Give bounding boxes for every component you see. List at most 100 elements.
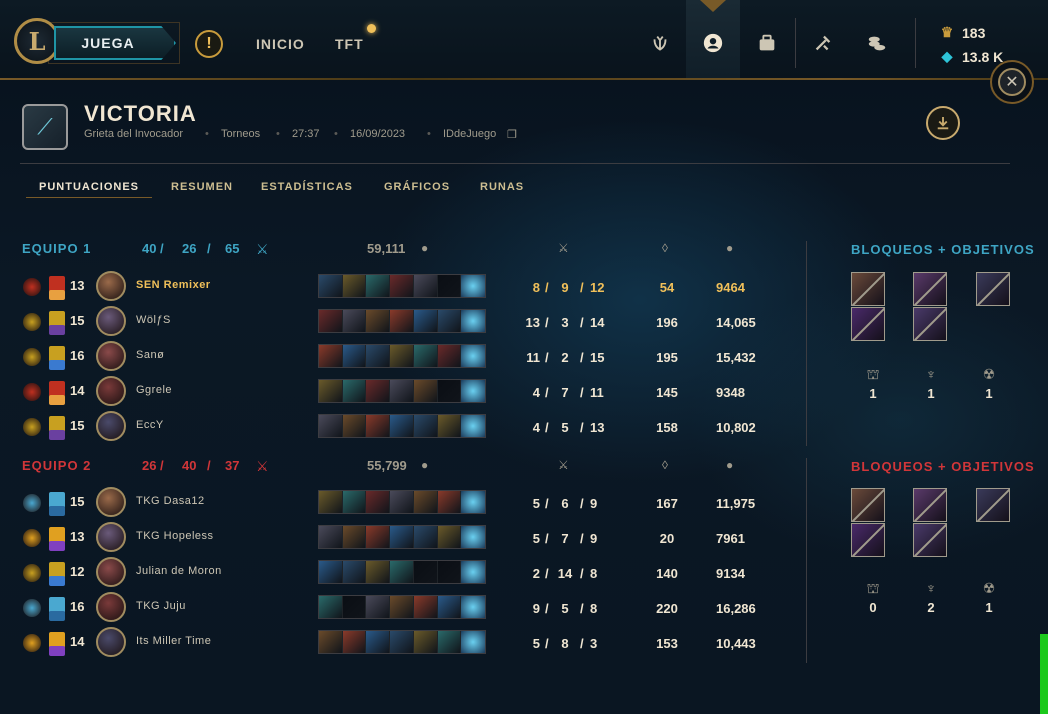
champion-portrait[interactable] [96, 592, 126, 622]
item-slot[interactable] [390, 415, 414, 437]
item-slot[interactable] [366, 526, 391, 548]
item-slot[interactable] [319, 345, 343, 367]
item-slot[interactable] [342, 631, 367, 653]
item-slot[interactable] [437, 310, 462, 332]
item-slot[interactable] [342, 415, 367, 437]
item-slot[interactable] [413, 380, 438, 402]
item-slot[interactable] [437, 526, 462, 548]
item-slot[interactable] [319, 380, 343, 402]
item-slot[interactable] [437, 596, 462, 618]
item-slot[interactable] [366, 491, 391, 513]
item-slot[interactable] [366, 415, 391, 437]
item-slot[interactable] [319, 415, 343, 437]
tab-runes[interactable]: RUNAS [480, 181, 524, 193]
item-slot[interactable] [413, 345, 438, 367]
nav-tft-link[interactable]: TFT [335, 36, 364, 52]
banned-champion-icon[interactable] [913, 272, 947, 306]
store-coins-icon[interactable] [862, 28, 892, 58]
item-slot[interactable] [390, 310, 414, 332]
summoner-spell-icon[interactable] [49, 506, 65, 516]
nav-home-link[interactable]: INICIO [256, 36, 305, 52]
item-slot[interactable] [437, 561, 462, 583]
item-slot[interactable] [342, 491, 367, 513]
keystone-rune-icon[interactable] [23, 348, 41, 366]
item-slot[interactable] [390, 526, 414, 548]
banned-champion-icon[interactable] [851, 523, 885, 557]
item-slot[interactable] [342, 345, 367, 367]
summoner-spell-icon[interactable] [49, 395, 65, 405]
item-slot[interactable] [342, 275, 367, 297]
game-id-link[interactable]: IDdeJuego [443, 128, 496, 140]
item-slot[interactable] [390, 631, 414, 653]
item-slot[interactable] [319, 310, 343, 332]
banned-champion-icon[interactable] [913, 523, 947, 557]
item-slot[interactable] [437, 415, 462, 437]
item-slot[interactable] [437, 275, 462, 297]
champion-portrait[interactable] [96, 522, 126, 552]
item-slot[interactable] [319, 596, 343, 618]
keystone-rune-icon[interactable] [23, 418, 41, 436]
keystone-rune-icon[interactable] [23, 278, 41, 296]
player-name[interactable]: TKG Juju [136, 600, 186, 612]
item-slot[interactable] [366, 345, 391, 367]
item-slot[interactable] [366, 631, 391, 653]
item-slot[interactable] [390, 491, 414, 513]
item-slot[interactable] [319, 491, 343, 513]
player-name[interactable]: Sanø [136, 349, 164, 361]
champion-portrait[interactable] [96, 271, 126, 301]
item-slot[interactable] [366, 275, 391, 297]
trinket-icon[interactable] [461, 275, 486, 297]
item-slot[interactable] [413, 491, 438, 513]
alert-icon[interactable]: ! [195, 30, 223, 58]
item-slot[interactable] [413, 631, 438, 653]
item-slot[interactable] [437, 345, 462, 367]
keystone-rune-icon[interactable] [23, 599, 41, 617]
item-slot[interactable] [342, 310, 367, 332]
trinket-icon[interactable] [461, 310, 486, 332]
keystone-rune-icon[interactable] [23, 313, 41, 331]
item-slot[interactable] [366, 380, 391, 402]
trinket-icon[interactable] [461, 380, 486, 402]
tab-scores[interactable]: PUNTUACIONES [39, 181, 139, 193]
item-slot[interactable] [413, 275, 438, 297]
close-icon[interactable]: ✕ [998, 68, 1026, 96]
rp-balance[interactable]: ◆ 13.8 K [940, 48, 1004, 65]
banned-champion-icon[interactable] [851, 272, 885, 306]
keystone-rune-icon[interactable] [23, 634, 41, 652]
item-slot[interactable] [366, 561, 391, 583]
item-slot[interactable] [413, 310, 438, 332]
item-slot[interactable] [413, 561, 438, 583]
player-name[interactable]: SEN Remixer [136, 279, 211, 291]
keystone-rune-icon[interactable] [23, 494, 41, 512]
item-slot[interactable] [342, 561, 367, 583]
summoner-spell-icon[interactable] [49, 325, 65, 335]
player-name[interactable]: EccY [136, 419, 164, 431]
player-name[interactable]: Julian de Moron [136, 565, 222, 577]
champion-portrait[interactable] [96, 557, 126, 587]
tab-summary[interactable]: RESUMEN [171, 181, 233, 193]
trinket-icon[interactable] [461, 526, 486, 548]
keystone-rune-icon[interactable] [23, 383, 41, 401]
player-name[interactable]: TKG Dasa12 [136, 495, 205, 507]
item-slot[interactable] [319, 526, 343, 548]
item-slot[interactable] [390, 380, 414, 402]
item-slot[interactable] [390, 345, 414, 367]
download-icon[interactable] [926, 106, 960, 140]
tab-stats[interactable]: ESTADÍSTICAS [261, 181, 353, 193]
item-slot[interactable] [390, 596, 414, 618]
item-slot[interactable] [366, 596, 391, 618]
trinket-icon[interactable] [461, 561, 486, 583]
item-slot[interactable] [319, 631, 343, 653]
item-slot[interactable] [342, 526, 367, 548]
banned-champion-icon[interactable] [913, 307, 947, 341]
item-slot[interactable] [413, 526, 438, 548]
trinket-icon[interactable] [461, 631, 486, 653]
trinket-icon[interactable] [461, 415, 486, 437]
item-slot[interactable] [437, 631, 462, 653]
summoner-spell-icon[interactable] [49, 611, 65, 621]
profile-icon[interactable] [698, 28, 728, 58]
item-slot[interactable] [366, 310, 391, 332]
player-name[interactable]: Its Miller Time [136, 635, 211, 647]
ranked-laurel-icon[interactable] [645, 28, 675, 58]
item-slot[interactable] [390, 275, 414, 297]
